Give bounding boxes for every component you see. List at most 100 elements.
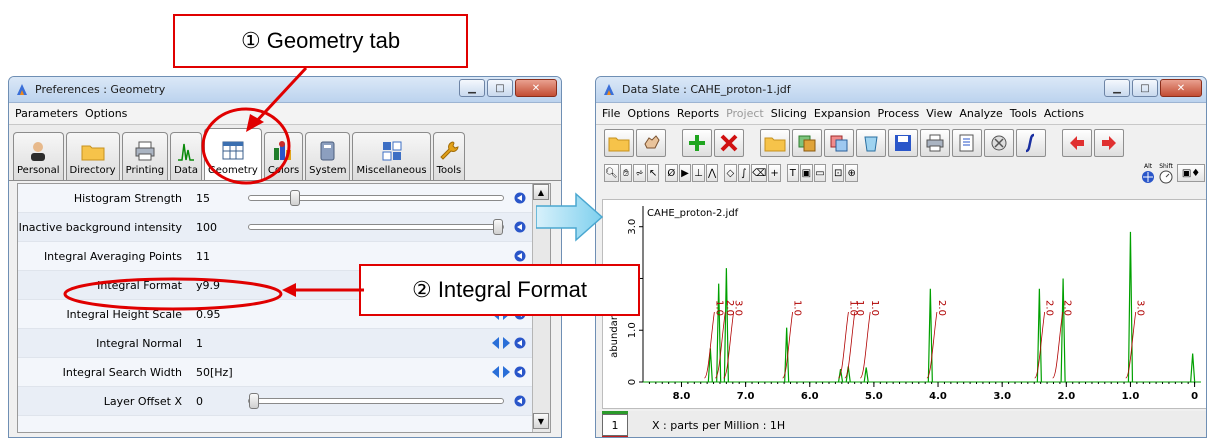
property-value[interactable]: 1 [196, 337, 240, 350]
copy-button[interactable] [792, 129, 822, 157]
close-button[interactable]: ✕ [515, 79, 557, 97]
menu-tools[interactable]: Tools [1010, 107, 1037, 120]
property-row[interactable]: Inactive background intensity 100 [18, 213, 550, 242]
property-value[interactable]: 15 [196, 192, 240, 205]
phase-tool-button[interactable]: Ø [665, 164, 678, 182]
paste-button[interactable] [824, 129, 854, 157]
property-value[interactable]: 0 [196, 395, 240, 408]
delete-button[interactable] [714, 129, 744, 157]
property-label: Inactive background intensity [18, 220, 182, 234]
save-button[interactable] [888, 129, 918, 157]
slider-thumb[interactable] [249, 393, 259, 409]
menu-reports[interactable]: Reports [677, 107, 719, 120]
menu-view[interactable]: View [926, 107, 952, 120]
reset-speaker-icon[interactable] [514, 192, 526, 204]
frame-tool-button[interactable]: ▭ [813, 164, 827, 182]
reset-speaker-icon[interactable] [514, 221, 526, 233]
stop-button[interactable] [984, 129, 1014, 157]
next-button[interactable] [1094, 129, 1124, 157]
expand-tool-button[interactable]: ⩫ [633, 164, 646, 182]
print-button[interactable] [920, 129, 950, 157]
alt-target-icon[interactable] [1141, 170, 1155, 184]
close-button[interactable]: ✕ [1160, 79, 1202, 97]
slider-thumb[interactable] [290, 190, 300, 206]
scroll-down-button[interactable]: ▼ [533, 413, 549, 429]
reset-speaker-icon[interactable] [514, 366, 526, 378]
tab-system[interactable]: System [305, 132, 351, 180]
menu-slicing[interactable]: Slicing [771, 107, 807, 120]
center-tool-button[interactable]: ⊕ [845, 164, 859, 182]
menu-actions[interactable]: Actions [1044, 107, 1084, 120]
stepper-arrows-icon[interactable] [492, 366, 510, 378]
system-icon [320, 141, 335, 161]
text-tool-button[interactable]: T [786, 164, 800, 182]
spectrum-chart: 8.07.06.05.04.03.02.01.0001.02.03.0abund… [609, 206, 1201, 402]
add-button[interactable] [682, 129, 712, 157]
menu-analyze[interactable]: Analyze [959, 107, 1002, 120]
spin-selector[interactable]: ▣♦ [1177, 164, 1206, 182]
layer-index-box[interactable]: 1 [602, 411, 628, 437]
baseline-tool-button[interactable]: ⊥ [692, 164, 705, 182]
pointer-tool-button[interactable]: ↖ [646, 164, 660, 182]
tab-tools[interactable]: Tools [432, 132, 466, 180]
tab-miscellaneous[interactable]: Miscellaneous [352, 132, 431, 180]
peak-tool-button[interactable]: ⋀ [705, 164, 719, 182]
property-slider[interactable] [248, 190, 504, 206]
property-row[interactable]: Histogram Strength 15 [18, 184, 550, 213]
fit-tool-button[interactable]: ⊡ [831, 164, 845, 182]
maximize-button[interactable]: □ [487, 79, 513, 97]
diamond-tool-button[interactable]: ◇ [724, 164, 737, 182]
integrate-tool-button[interactable]: ∫ [737, 164, 751, 182]
integral-label: 2.0 [936, 300, 947, 316]
menu-project[interactable]: Project [726, 107, 764, 120]
menu-file[interactable]: File [602, 107, 620, 120]
spin-icon: ▣♦ [1181, 167, 1201, 179]
tab-data[interactable]: Data [170, 132, 202, 180]
property-value[interactable]: 100 [196, 221, 240, 234]
play-tool-button[interactable]: ▶ [678, 164, 692, 182]
menu-parameters[interactable]: Parameters [15, 107, 78, 120]
erase-tool-button[interactable]: ⌫ [751, 164, 768, 182]
reset-speaker-icon[interactable] [514, 250, 526, 262]
zoom-tool-button[interactable]: 🔍︎ [604, 164, 619, 182]
tab-personal[interactable]: Personal [13, 132, 64, 180]
menu-expansion[interactable]: Expansion [814, 107, 871, 120]
integral-curve [859, 311, 871, 379]
open-folder-button[interactable] [604, 129, 634, 157]
tab-directory[interactable]: Directory [65, 132, 120, 180]
property-value[interactable]: 50[Hz] [196, 366, 240, 379]
open-button[interactable] [760, 129, 790, 157]
maximize-button[interactable]: □ [1132, 79, 1158, 97]
hand-tool-button[interactable] [636, 129, 666, 157]
reset-speaker-icon[interactable] [514, 337, 526, 349]
cursor-tool-button[interactable]: + [768, 164, 781, 182]
menu-options[interactable]: Options [85, 107, 127, 120]
frame-icon: ▭ [815, 167, 825, 179]
minimize-button[interactable]: ▁ [1104, 79, 1130, 97]
pan-tool-button[interactable]: ✋︎ [619, 164, 633, 182]
spectrum-plot[interactable]: 8.07.06.05.04.03.02.01.0001.02.03.0abund… [602, 199, 1206, 409]
arrow-left-icon [1070, 136, 1084, 150]
box-tool-button[interactable]: ▣ [800, 164, 813, 182]
property-row[interactable]: Integral Search Width 50[Hz] [18, 358, 550, 387]
report-button[interactable] [952, 129, 982, 157]
menu-options[interactable]: Options [627, 107, 669, 120]
tab-printing[interactable]: Printing [121, 132, 169, 180]
property-value[interactable]: 11 [196, 250, 240, 263]
trash-button[interactable] [856, 129, 886, 157]
slider-thumb[interactable] [493, 219, 503, 235]
minimize-button[interactable]: ▁ [459, 79, 485, 97]
slate-menubar: File Options Reports Project Slicing Expansio… [596, 103, 1206, 125]
stepper-arrows-icon[interactable] [492, 337, 510, 349]
menu-process[interactable]: Process [878, 107, 920, 120]
property-slider[interactable] [248, 219, 504, 235]
reset-speaker-icon[interactable] [514, 395, 526, 407]
property-row[interactable]: Layer Offset X 0 [18, 387, 550, 416]
integral-button[interactable] [1016, 129, 1046, 157]
callout1-arrow [246, 66, 308, 132]
peak-icon: ⋀ [707, 167, 717, 179]
property-slider[interactable] [248, 393, 504, 409]
previous-button[interactable] [1062, 129, 1092, 157]
property-row[interactable]: Integral Normal 1 [18, 329, 550, 358]
shift-dial-icon[interactable] [1159, 170, 1173, 184]
